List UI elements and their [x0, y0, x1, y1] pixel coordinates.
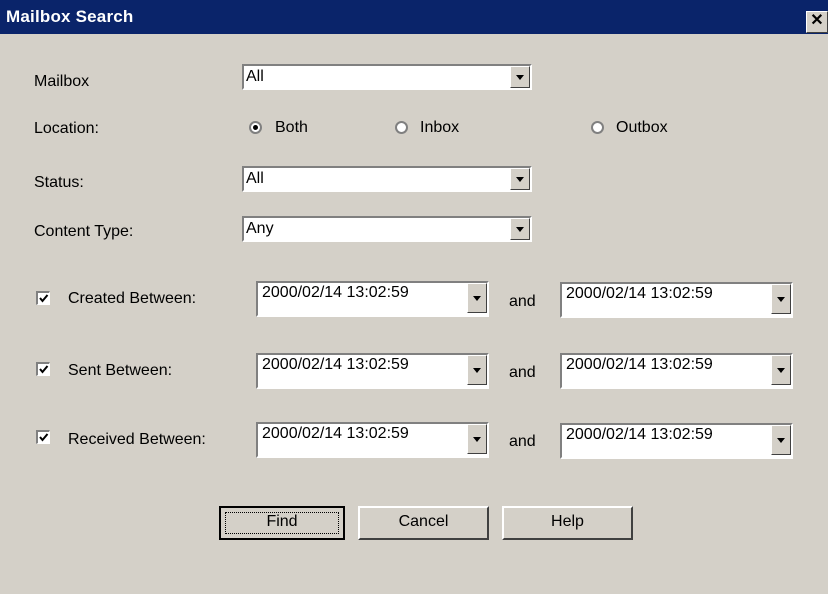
sent-and-label: and	[509, 364, 536, 381]
radio-both-label: Both	[275, 119, 308, 136]
cancel-button-label: Cancel	[398, 513, 449, 530]
help-button-label: Help	[551, 513, 584, 530]
chevron-down-icon[interactable]	[467, 424, 487, 454]
received-to-picker[interactable]: 2000/02/14 13:02:59	[560, 423, 793, 459]
chevron-down-icon[interactable]	[510, 66, 530, 88]
radio-outbox-label: Outbox	[616, 119, 668, 136]
status-select[interactable]: All	[242, 166, 532, 192]
title-bar: Mailbox Search ✕	[0, 0, 828, 34]
created-from-picker[interactable]: 2000/02/14 13:02:59	[256, 281, 489, 317]
sent-from-picker[interactable]: 2000/02/14 13:02:59	[256, 353, 489, 389]
received-from-picker[interactable]: 2000/02/14 13:02:59	[256, 422, 489, 458]
received-between-label: Received Between:	[68, 431, 206, 448]
received-to-value: 2000/02/14 13:02:59	[566, 426, 713, 443]
created-to-picker[interactable]: 2000/02/14 13:02:59	[560, 282, 793, 318]
close-icon: ✕	[810, 12, 824, 29]
sent-to-picker[interactable]: 2000/02/14 13:02:59	[560, 353, 793, 389]
find-button[interactable]: Find	[219, 506, 345, 540]
received-from-value: 2000/02/14 13:02:59	[262, 425, 409, 442]
radio-both[interactable]	[249, 121, 262, 134]
mailbox-value: All	[246, 68, 264, 85]
created-and-label: and	[509, 293, 536, 310]
created-from-value: 2000/02/14 13:02:59	[262, 284, 409, 301]
location-label: Location:	[34, 120, 99, 137]
chevron-down-icon[interactable]	[467, 355, 487, 385]
sent-between-label: Sent Between:	[68, 362, 173, 379]
radio-inbox-label: Inbox	[420, 119, 460, 136]
chevron-down-icon[interactable]	[771, 284, 791, 314]
chevron-down-icon[interactable]	[771, 355, 791, 385]
content-type-value: Any	[246, 220, 274, 237]
check-icon	[39, 365, 49, 374]
sent-from-value: 2000/02/14 13:02:59	[262, 356, 409, 373]
created-between-label: Created Between:	[68, 290, 197, 307]
created-between-checkbox[interactable]	[36, 291, 50, 305]
chevron-down-icon[interactable]	[510, 218, 530, 240]
status-label: Status:	[34, 174, 84, 191]
mailbox-select[interactable]: All	[242, 64, 532, 90]
received-and-label: and	[509, 433, 536, 450]
chevron-down-icon[interactable]	[510, 168, 530, 190]
received-between-checkbox[interactable]	[36, 430, 50, 444]
chevron-down-icon[interactable]	[771, 425, 791, 455]
created-to-value: 2000/02/14 13:02:59	[566, 285, 713, 302]
close-button[interactable]: ✕	[806, 11, 828, 33]
window-title: Mailbox Search	[6, 7, 134, 26]
sent-between-checkbox[interactable]	[36, 362, 50, 376]
chevron-down-icon[interactable]	[467, 283, 487, 313]
radio-outbox[interactable]	[591, 121, 604, 134]
check-icon	[39, 433, 49, 442]
radio-inbox[interactable]	[395, 121, 408, 134]
radio-selected-dot	[253, 125, 258, 130]
help-button[interactable]: Help	[502, 506, 633, 540]
check-icon	[39, 294, 49, 303]
content-type-select[interactable]: Any	[242, 216, 532, 242]
cancel-button[interactable]: Cancel	[358, 506, 489, 540]
status-value: All	[246, 170, 264, 187]
sent-to-value: 2000/02/14 13:02:59	[566, 356, 713, 373]
content-type-label: Content Type:	[34, 223, 134, 240]
mailbox-label: Mailbox	[34, 73, 90, 90]
focus-rectangle	[225, 512, 339, 534]
